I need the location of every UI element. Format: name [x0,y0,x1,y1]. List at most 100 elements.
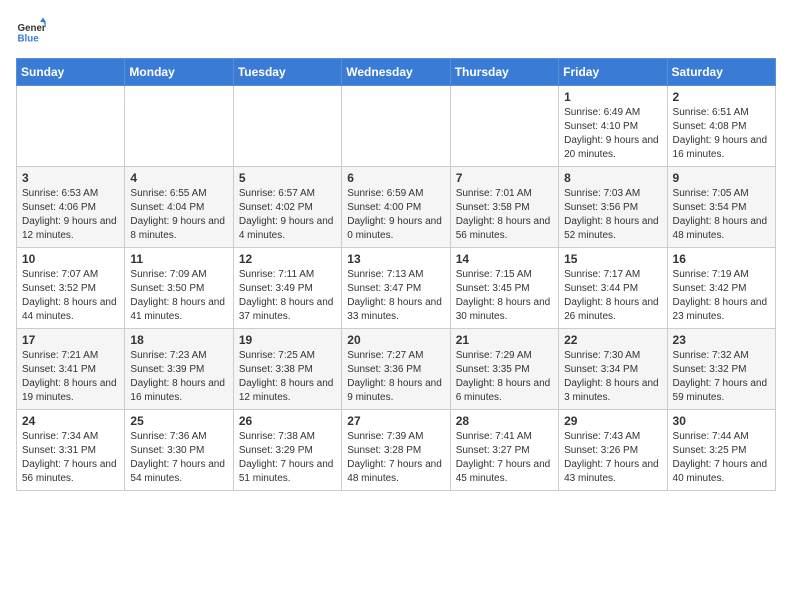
day-info: Sunrise: 7:23 AM Sunset: 3:39 PM Dayligh… [130,349,227,405]
calendar-cell: 30 Sunrise: 7:44 AM Sunset: 3:25 PM Dayli… [667,410,775,491]
calendar-cell: 12 Sunrise: 7:11 AM Sunset: 3:49 PM Dayli… [233,248,341,329]
day-info: Sunrise: 7:39 AM Sunset: 3:28 PM Dayligh… [347,430,444,486]
day-number: 23 [673,333,770,347]
day-info: Sunrise: 7:07 AM Sunset: 3:52 PM Dayligh… [22,268,119,324]
calendar-cell: 4 Sunrise: 6:55 AM Sunset: 4:04 PM Daylig… [125,167,233,248]
day-number: 2 [673,90,770,104]
calendar-week-row: 24 Sunrise: 7:34 AM Sunset: 3:31 PM Dayli… [17,410,776,491]
day-number: 25 [130,414,227,428]
day-info: Sunrise: 6:51 AM Sunset: 4:08 PM Dayligh… [673,106,770,162]
day-info: Sunrise: 7:27 AM Sunset: 3:36 PM Dayligh… [347,349,444,405]
day-number: 21 [456,333,553,347]
day-number: 12 [239,252,336,266]
logo-icon: General Blue [16,16,46,46]
day-info: Sunrise: 6:53 AM Sunset: 4:06 PM Dayligh… [22,187,119,243]
day-info: Sunrise: 7:36 AM Sunset: 3:30 PM Dayligh… [130,430,227,486]
calendar-week-row: 17 Sunrise: 7:21 AM Sunset: 3:41 PM Dayli… [17,329,776,410]
day-info: Sunrise: 6:57 AM Sunset: 4:02 PM Dayligh… [239,187,336,243]
calendar-cell: 10 Sunrise: 7:07 AM Sunset: 3:52 PM Dayli… [17,248,125,329]
page-header: General Blue [16,16,776,46]
calendar-cell [17,86,125,167]
calendar-header-row: SundayMondayTuesdayWednesdayThursdayFrid… [17,59,776,86]
calendar-cell: 25 Sunrise: 7:36 AM Sunset: 3:30 PM Dayli… [125,410,233,491]
day-number: 4 [130,171,227,185]
day-number: 15 [564,252,661,266]
calendar-cell [450,86,558,167]
calendar-cell: 23 Sunrise: 7:32 AM Sunset: 3:32 PM Dayli… [667,329,775,410]
day-number: 6 [347,171,444,185]
calendar-cell: 20 Sunrise: 7:27 AM Sunset: 3:36 PM Dayli… [342,329,450,410]
svg-text:General: General [18,23,47,34]
day-number: 30 [673,414,770,428]
weekday-header-tuesday: Tuesday [233,59,341,86]
day-info: Sunrise: 7:34 AM Sunset: 3:31 PM Dayligh… [22,430,119,486]
day-number: 18 [130,333,227,347]
day-info: Sunrise: 7:21 AM Sunset: 3:41 PM Dayligh… [22,349,119,405]
calendar-week-row: 1 Sunrise: 6:49 AM Sunset: 4:10 PM Daylig… [17,86,776,167]
day-info: Sunrise: 6:49 AM Sunset: 4:10 PM Dayligh… [564,106,661,162]
weekday-header-sunday: Sunday [17,59,125,86]
day-number: 1 [564,90,661,104]
day-number: 10 [22,252,119,266]
calendar-cell: 22 Sunrise: 7:30 AM Sunset: 3:34 PM Dayli… [559,329,667,410]
calendar-cell: 9 Sunrise: 7:05 AM Sunset: 3:54 PM Daylig… [667,167,775,248]
day-info: Sunrise: 7:25 AM Sunset: 3:38 PM Dayligh… [239,349,336,405]
calendar-cell: 7 Sunrise: 7:01 AM Sunset: 3:58 PM Daylig… [450,167,558,248]
calendar-cell [125,86,233,167]
day-number: 19 [239,333,336,347]
day-number: 9 [673,171,770,185]
day-info: Sunrise: 7:03 AM Sunset: 3:56 PM Dayligh… [564,187,661,243]
day-info: Sunrise: 7:17 AM Sunset: 3:44 PM Dayligh… [564,268,661,324]
calendar-cell: 18 Sunrise: 7:23 AM Sunset: 3:39 PM Dayli… [125,329,233,410]
calendar-cell [342,86,450,167]
day-number: 13 [347,252,444,266]
weekday-header-monday: Monday [125,59,233,86]
calendar-week-row: 3 Sunrise: 6:53 AM Sunset: 4:06 PM Daylig… [17,167,776,248]
weekday-header-friday: Friday [559,59,667,86]
day-number: 3 [22,171,119,185]
calendar-cell [233,86,341,167]
day-number: 17 [22,333,119,347]
calendar-cell: 6Sunrise: 6:59 AM Sunset: 4:00 PM Daylig… [342,167,450,248]
day-number: 29 [564,414,661,428]
day-info: Sunrise: 7:30 AM Sunset: 3:34 PM Dayligh… [564,349,661,405]
day-info: Sunrise: 7:19 AM Sunset: 3:42 PM Dayligh… [673,268,770,324]
calendar-cell: 14Sunrise: 7:15 AM Sunset: 3:45 PM Dayli… [450,248,558,329]
calendar-cell: 29 Sunrise: 7:43 AM Sunset: 3:26 PM Dayli… [559,410,667,491]
day-number: 24 [22,414,119,428]
calendar-cell: 5Sunrise: 6:57 AM Sunset: 4:02 PM Daylig… [233,167,341,248]
day-info: Sunrise: 7:05 AM Sunset: 3:54 PM Dayligh… [673,187,770,243]
calendar-cell: 1 Sunrise: 6:49 AM Sunset: 4:10 PM Daylig… [559,86,667,167]
calendar-cell: 24 Sunrise: 7:34 AM Sunset: 3:31 PM Dayli… [17,410,125,491]
calendar-cell: 8Sunrise: 7:03 AM Sunset: 3:56 PM Daylig… [559,167,667,248]
calendar-cell: 19 Sunrise: 7:25 AM Sunset: 3:38 PM Dayli… [233,329,341,410]
day-info: Sunrise: 7:29 AM Sunset: 3:35 PM Dayligh… [456,349,553,405]
day-info: Sunrise: 7:41 AM Sunset: 3:27 PM Dayligh… [456,430,553,486]
day-number: 14 [456,252,553,266]
calendar-cell: 2 Sunrise: 6:51 AM Sunset: 4:08 PM Daylig… [667,86,775,167]
calendar-cell: 28 Sunrise: 7:41 AM Sunset: 3:27 PM Dayli… [450,410,558,491]
day-number: 7 [456,171,553,185]
calendar-cell: 15 Sunrise: 7:17 AM Sunset: 3:44 PM Dayli… [559,248,667,329]
day-number: 27 [347,414,444,428]
day-number: 20 [347,333,444,347]
day-info: Sunrise: 7:09 AM Sunset: 3:50 PM Dayligh… [130,268,227,324]
day-number: 26 [239,414,336,428]
day-info: Sunrise: 7:44 AM Sunset: 3:25 PM Dayligh… [673,430,770,486]
calendar-cell: 16Sunrise: 7:19 AM Sunset: 3:42 PM Dayli… [667,248,775,329]
calendar-cell: 11 Sunrise: 7:09 AM Sunset: 3:50 PM Dayli… [125,248,233,329]
day-info: Sunrise: 7:43 AM Sunset: 3:26 PM Dayligh… [564,430,661,486]
logo: General Blue [16,16,46,46]
day-info: Sunrise: 7:32 AM Sunset: 3:32 PM Dayligh… [673,349,770,405]
day-number: 22 [564,333,661,347]
calendar-cell: 13Sunrise: 7:13 AM Sunset: 3:47 PM Dayli… [342,248,450,329]
calendar-cell: 26Sunrise: 7:38 AM Sunset: 3:29 PM Dayli… [233,410,341,491]
day-number: 28 [456,414,553,428]
day-number: 11 [130,252,227,266]
day-info: Sunrise: 7:01 AM Sunset: 3:58 PM Dayligh… [456,187,553,243]
calendar-cell: 17 Sunrise: 7:21 AM Sunset: 3:41 PM Dayli… [17,329,125,410]
calendar-cell: 21 Sunrise: 7:29 AM Sunset: 3:35 PM Dayli… [450,329,558,410]
day-info: Sunrise: 6:55 AM Sunset: 4:04 PM Dayligh… [130,187,227,243]
day-info: Sunrise: 7:11 AM Sunset: 3:49 PM Dayligh… [239,268,336,324]
calendar-table: SundayMondayTuesdayWednesdayThursdayFrid… [16,58,776,491]
